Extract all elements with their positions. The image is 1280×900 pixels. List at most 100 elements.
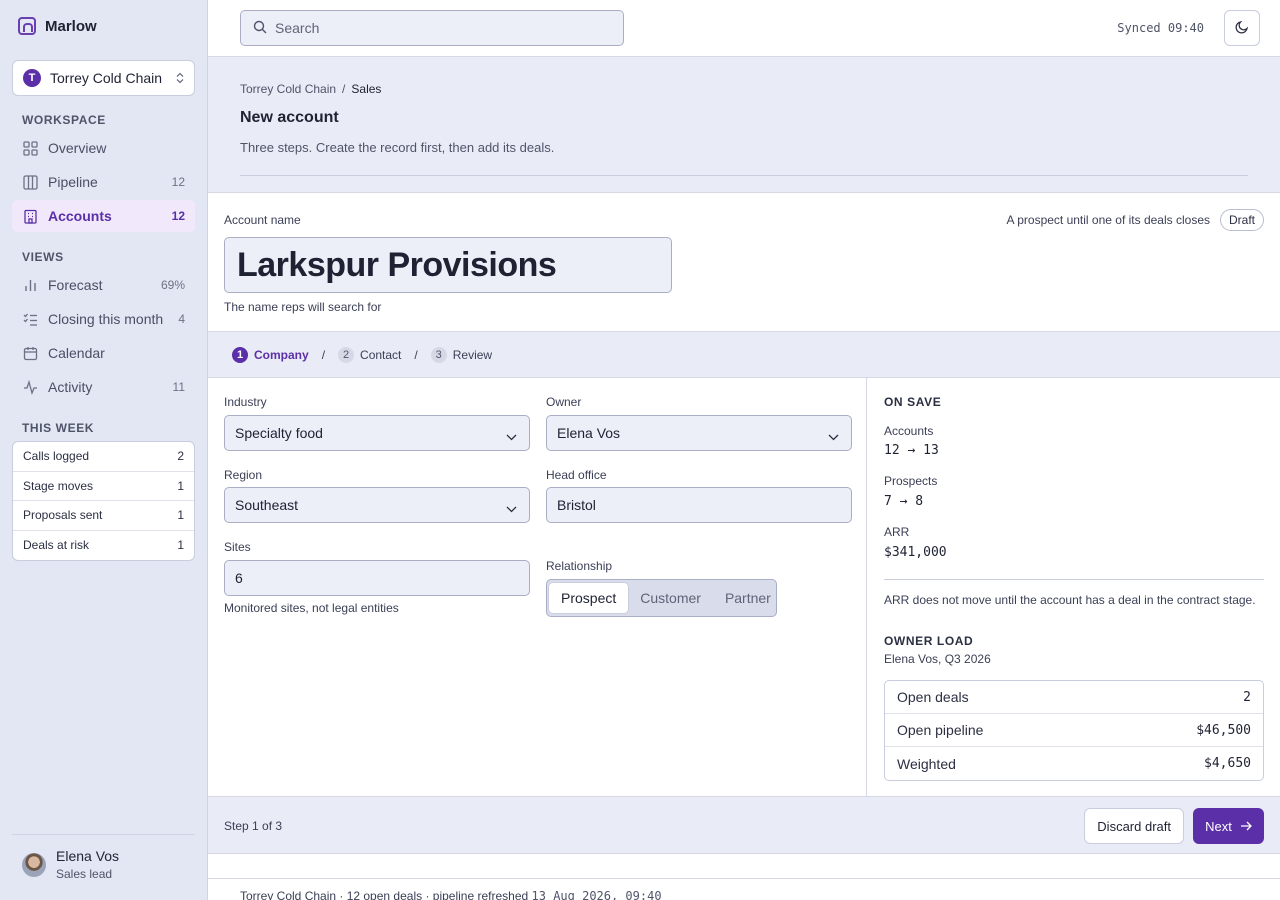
relationship-option-prospect[interactable]: Prospect [549, 583, 629, 613]
on-save-value: 12 → 13 [884, 443, 939, 458]
bar-chart-icon [22, 277, 38, 293]
week-item-label: Stage moves [23, 478, 94, 493]
step-separator: / [414, 347, 418, 362]
region-select[interactable]: Southeast [224, 487, 530, 523]
row-value: 2 [1243, 689, 1251, 705]
search-box[interactable] [240, 10, 624, 46]
list-item[interactable]: Deals at risk 1 [13, 531, 194, 561]
sidebar-item-closing-this-month[interactable]: Closing this month 4 [12, 303, 195, 335]
step-separator: / [321, 347, 326, 362]
step-contact[interactable]: 2 Contact [338, 346, 401, 363]
relationship-option-partner[interactable]: Partner [713, 583, 783, 613]
step-review[interactable]: 3 Review [430, 346, 492, 363]
prospect-note: A prospect until one of its deals closes [1006, 213, 1210, 227]
breadcrumb: Torrey Cold Chain / Sales [240, 82, 381, 96]
week-item-value: 1 [177, 538, 184, 553]
week-item-label: Deals at risk [23, 538, 90, 553]
page-title: New account [240, 109, 339, 126]
week-item-value: 2 [177, 449, 184, 464]
sidebar-item-label: Pipeline [48, 174, 98, 190]
on-save-label: ARR [884, 525, 910, 539]
owner-select[interactable]: Elena Vos [546, 415, 852, 451]
activity-icon [22, 379, 38, 395]
sidebar-item-label: Forecast [48, 277, 103, 293]
step-company[interactable]: 1 Company [232, 346, 309, 363]
relationship-label: Relationship [546, 559, 613, 573]
industry-value: Specialty food [235, 425, 323, 441]
next-button[interactable]: Next [1193, 808, 1264, 844]
this-week-list: Calls logged 2 Stage moves 1 Proposals sen… [12, 441, 195, 561]
stepper: 1 Company / 2 Contact / 3 Review [208, 332, 1280, 378]
sidebar-item-calendar[interactable]: Calendar [12, 337, 195, 369]
chevron-down-icon [506, 500, 517, 516]
views-section-title: VIEWS [22, 250, 64, 264]
sites-label: Sites [224, 540, 251, 554]
on-save-label: Accounts [884, 424, 934, 438]
org-name: Torrey Cold Chain [50, 70, 163, 86]
columns-icon [22, 174, 38, 190]
sidebar-item-forecast[interactable]: Forecast 69% [12, 269, 195, 301]
sidebar-item-overview[interactable]: Overview [12, 132, 195, 164]
status-badge: Draft [1219, 209, 1264, 231]
on-save-value: 7 → 8 [884, 494, 924, 509]
head-office-input[interactable] [557, 497, 841, 513]
theme-toggle-button[interactable] [1224, 10, 1260, 46]
list-item[interactable]: Stage moves 1 [13, 472, 194, 501]
status-footer: Torrey Cold Chain · 12 open deals · pipe… [208, 878, 1280, 900]
search-input[interactable] [275, 20, 611, 36]
head-office-field[interactable] [546, 487, 852, 523]
divider [884, 579, 1264, 580]
sidebar-divider [12, 834, 195, 835]
sites-help: Monitored sites, not legal entities [224, 601, 399, 615]
marlow-logo-icon [18, 17, 36, 35]
table-row: Weighted $4,650 [885, 747, 1263, 780]
row-label: Open pipeline [897, 722, 984, 738]
row-label: Weighted [897, 755, 956, 772]
step-number: 3 [430, 346, 447, 363]
calendar-icon [22, 345, 38, 361]
sync-status: Synced 09:40 [1117, 21, 1204, 35]
sites-input[interactable] [235, 570, 519, 586]
list-item[interactable]: Calls logged 2 [13, 442, 194, 472]
relationship-option-customer[interactable]: Customer [628, 583, 713, 613]
step-number: 2 [338, 346, 355, 363]
divider [240, 175, 1248, 176]
sidebar-item-label: Closing this month [48, 311, 164, 327]
on-save-label: Prospects [884, 474, 938, 488]
form-actions-bar: Step 1 of 3 Discard draft Next [208, 796, 1280, 854]
next-label: Next [1205, 818, 1232, 834]
footer-status: Torrey Cold Chain · 12 open deals · pipe… [240, 889, 662, 900]
industry-select[interactable]: Specialty food [224, 415, 530, 451]
head-office-label: Head office [546, 468, 607, 482]
list-item[interactable]: Proposals sent 1 [13, 501, 194, 531]
avatar [22, 852, 46, 877]
org-switcher[interactable]: T Torrey Cold Chain [12, 60, 195, 96]
owner-load-table: Open deals 2 Open pipeline $46,500 Weighte… [884, 680, 1264, 781]
on-save-title: ON SAVE [884, 395, 942, 409]
sidebar-item-count: 4 [178, 312, 185, 326]
sites-field[interactable] [224, 560, 530, 596]
user-profile[interactable]: Elena Vos Sales lead [22, 848, 119, 881]
footer-timestamp: 13 Aug 2026, 09:40 [531, 889, 662, 900]
brand[interactable]: Marlow [18, 16, 97, 36]
region-value: Southeast [235, 497, 299, 513]
owner-value: Elena Vos [557, 425, 621, 441]
sidebar-item-pipeline[interactable]: Pipeline 12 [12, 166, 195, 198]
breadcrumb-link[interactable]: Torrey Cold Chain [240, 82, 336, 96]
arrow-right-icon [1240, 819, 1252, 834]
checklist-icon [22, 311, 38, 327]
user-name: Elena Vos [56, 848, 120, 864]
building-icon [22, 208, 38, 224]
sidebar-item-count: 12 [171, 209, 185, 223]
account-name-input[interactable] [224, 237, 672, 293]
discard-draft-button[interactable]: Discard draft [1084, 808, 1184, 844]
page-subtitle: Three steps. Create the record first, th… [240, 140, 555, 155]
chevron-up-down-icon [176, 72, 184, 85]
step-number: 1 [232, 346, 248, 363]
breadcrumb-separator: / [342, 82, 346, 96]
relationship-segmented-control: Prospect Customer Partner [546, 579, 777, 617]
sidebar-item-activity[interactable]: Activity 11 [12, 371, 195, 403]
sidebar-item-label: Calendar [48, 345, 105, 361]
chevron-down-icon [828, 428, 839, 444]
sidebar-item-accounts[interactable]: Accounts 12 [12, 200, 195, 232]
